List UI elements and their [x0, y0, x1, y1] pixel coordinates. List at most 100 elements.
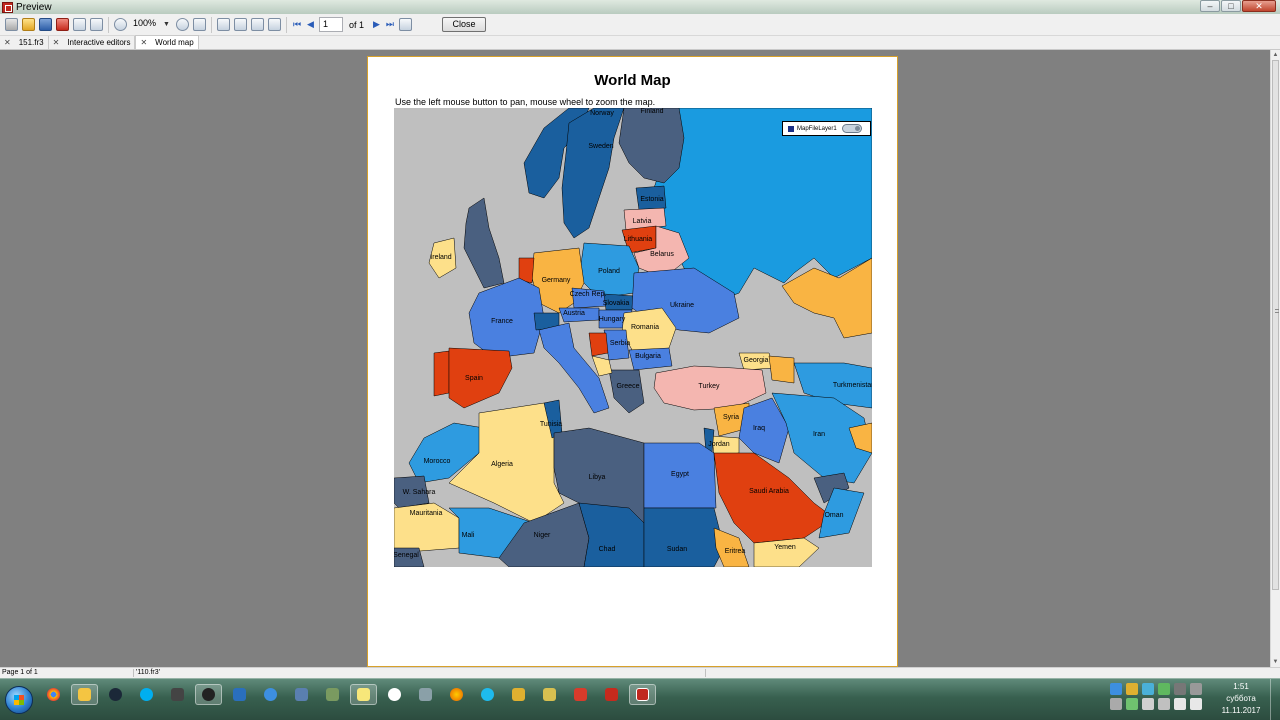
taskbar-acrobat[interactable] — [598, 684, 625, 705]
tab-world-map[interactable]: ✕ World map — [135, 35, 199, 49]
taskbar-skype[interactable] — [133, 684, 160, 705]
taskbar-app17[interactable] — [536, 684, 563, 705]
tray-icon[interactable] — [1142, 683, 1154, 695]
tray-icon[interactable] — [1126, 683, 1138, 695]
country-label: Senegal — [394, 552, 419, 559]
volume-icon[interactable] — [1190, 698, 1202, 710]
tab-label: Interactive editors — [67, 37, 131, 47]
country-label: Sudan — [667, 546, 687, 553]
map-canvas[interactable]: Norway Sweden Finland Estonia Latvia Lithuani… — [394, 108, 872, 567]
minimize-button[interactable]: – — [1200, 0, 1220, 12]
taskbar-steam[interactable] — [102, 684, 129, 705]
tray-icon[interactable] — [1126, 698, 1138, 710]
zoom-in-icon[interactable] — [114, 18, 127, 31]
close-button[interactable]: Close — [442, 17, 487, 32]
vertical-scrollbar[interactable]: ▲ ▼ — [1270, 50, 1280, 667]
windows-taskbar: 1:51 суббота 11.11.2017 — [0, 678, 1280, 720]
zoom-combo[interactable]: 100% — [131, 17, 161, 32]
outline-icon[interactable] — [399, 18, 413, 31]
fit-page-icon[interactable] — [192, 18, 206, 31]
country-label: Estonia — [640, 196, 663, 203]
taskbar-app18[interactable] — [567, 684, 594, 705]
email-icon[interactable] — [73, 18, 86, 31]
edit-page-icon[interactable] — [250, 18, 264, 31]
tray-icon[interactable] — [1190, 683, 1202, 695]
find-icon[interactable] — [90, 18, 103, 31]
open-icon[interactable] — [22, 18, 35, 31]
watermark-icon[interactable] — [267, 18, 281, 31]
taskbar-app8[interactable] — [257, 684, 284, 705]
taskbar-app10[interactable] — [319, 684, 346, 705]
scroll-up-icon[interactable]: ▲ — [1271, 50, 1280, 60]
taskbar-chrome[interactable] — [40, 684, 67, 705]
whole-page-icon[interactable] — [233, 18, 247, 31]
taskbar-app9[interactable] — [288, 684, 315, 705]
pdf-icon — [605, 688, 618, 701]
close-tab-icon[interactable]: ✕ — [140, 37, 147, 49]
taskbar-notes[interactable] — [350, 684, 377, 705]
preview-toolbar: 100% ▼ ⏮ ◀ 1 of 1 ▶ ⏭ Close — [0, 14, 1280, 36]
tray-icon[interactable] — [1174, 683, 1186, 695]
country-label: Slovakia — [603, 300, 630, 307]
taskbar-yandex[interactable] — [381, 684, 408, 705]
layer-toggle[interactable] — [841, 124, 862, 133]
tray-icon[interactable] — [1110, 683, 1122, 695]
taskbar-ie[interactable] — [474, 684, 501, 705]
pdf-icon[interactable] — [56, 18, 69, 31]
save-icon[interactable] — [39, 18, 52, 31]
first-page-icon[interactable]: ⏮ — [293, 19, 301, 30]
start-button[interactable] — [5, 686, 33, 714]
tray-icon[interactable] — [1110, 698, 1122, 710]
taskbar-app16[interactable] — [505, 684, 532, 705]
map-view[interactable]: Norway Sweden Finland Estonia Latvia Lithuani… — [394, 108, 872, 567]
taskbar-clock[interactable]: 1:51 суббота 11.11.2017 — [1214, 681, 1268, 717]
network-icon[interactable] — [1174, 698, 1186, 710]
country-label: Georgia — [744, 357, 769, 364]
country-label: Iran — [813, 431, 825, 438]
notes-icon — [357, 688, 370, 701]
country-label: Lithuania — [624, 236, 653, 243]
country-label: Mauritania — [410, 510, 443, 517]
print-icon[interactable] — [5, 18, 18, 31]
tray-icon[interactable] — [1142, 698, 1154, 710]
zoom-out-icon[interactable] — [175, 18, 189, 31]
country-label: Romania — [631, 324, 659, 331]
country-label: France — [491, 318, 513, 325]
map-legend[interactable]: MapFileLayer1 — [782, 121, 871, 136]
chevron-down-icon[interactable]: ▼ — [163, 21, 170, 28]
country-label: Hungary — [599, 316, 626, 323]
grip-icon — [1275, 309, 1279, 313]
status-page: Page 1 of 1 — [2, 669, 38, 676]
country-label: Poland — [598, 268, 620, 275]
taskbar-firefox[interactable] — [443, 684, 470, 705]
next-page-icon[interactable]: ▶ — [373, 19, 380, 30]
chrome-icon — [47, 688, 60, 701]
tab-151-fr3[interactable]: ✕ 151.fr3 — [0, 36, 49, 49]
maximize-button[interactable]: □ — [1221, 0, 1241, 12]
prev-page-icon[interactable]: ◀ — [307, 19, 314, 30]
last-page-icon[interactable]: ⏭ — [386, 19, 394, 30]
page-width-icon[interactable] — [216, 18, 230, 31]
taskbar-app7[interactable] — [226, 684, 253, 705]
tray-icon[interactable] — [1158, 683, 1170, 695]
window-titlebar[interactable]: Preview – □ ✕ — [0, 0, 1280, 14]
scroll-down-icon[interactable]: ▼ — [1271, 657, 1280, 667]
app-icon — [574, 688, 587, 701]
close-tab-icon[interactable]: ✕ — [4, 37, 11, 49]
page-number-input[interactable]: 1 — [318, 17, 343, 32]
tray-icon[interactable] — [1158, 698, 1170, 710]
legend-swatch — [788, 125, 794, 132]
scrollbar-thumb[interactable] — [1272, 60, 1279, 590]
taskbar-app5[interactable] — [164, 684, 191, 705]
taskbar-explorer[interactable] — [71, 684, 98, 705]
taskbar-app13[interactable] — [412, 684, 439, 705]
close-window-button[interactable]: ✕ — [1242, 0, 1276, 12]
clock-date: 11.11.2017 — [1221, 706, 1261, 715]
country-label: Czech Rep. — [570, 291, 607, 298]
country-label: Sweden — [588, 143, 613, 150]
show-desktop-button[interactable] — [1270, 679, 1280, 720]
tab-interactive-editors[interactable]: ✕ Interactive editors — [49, 36, 136, 49]
close-tab-icon[interactable]: ✕ — [53, 37, 60, 49]
taskbar-obs[interactable] — [195, 684, 222, 705]
taskbar-fastreport[interactable] — [629, 684, 656, 705]
